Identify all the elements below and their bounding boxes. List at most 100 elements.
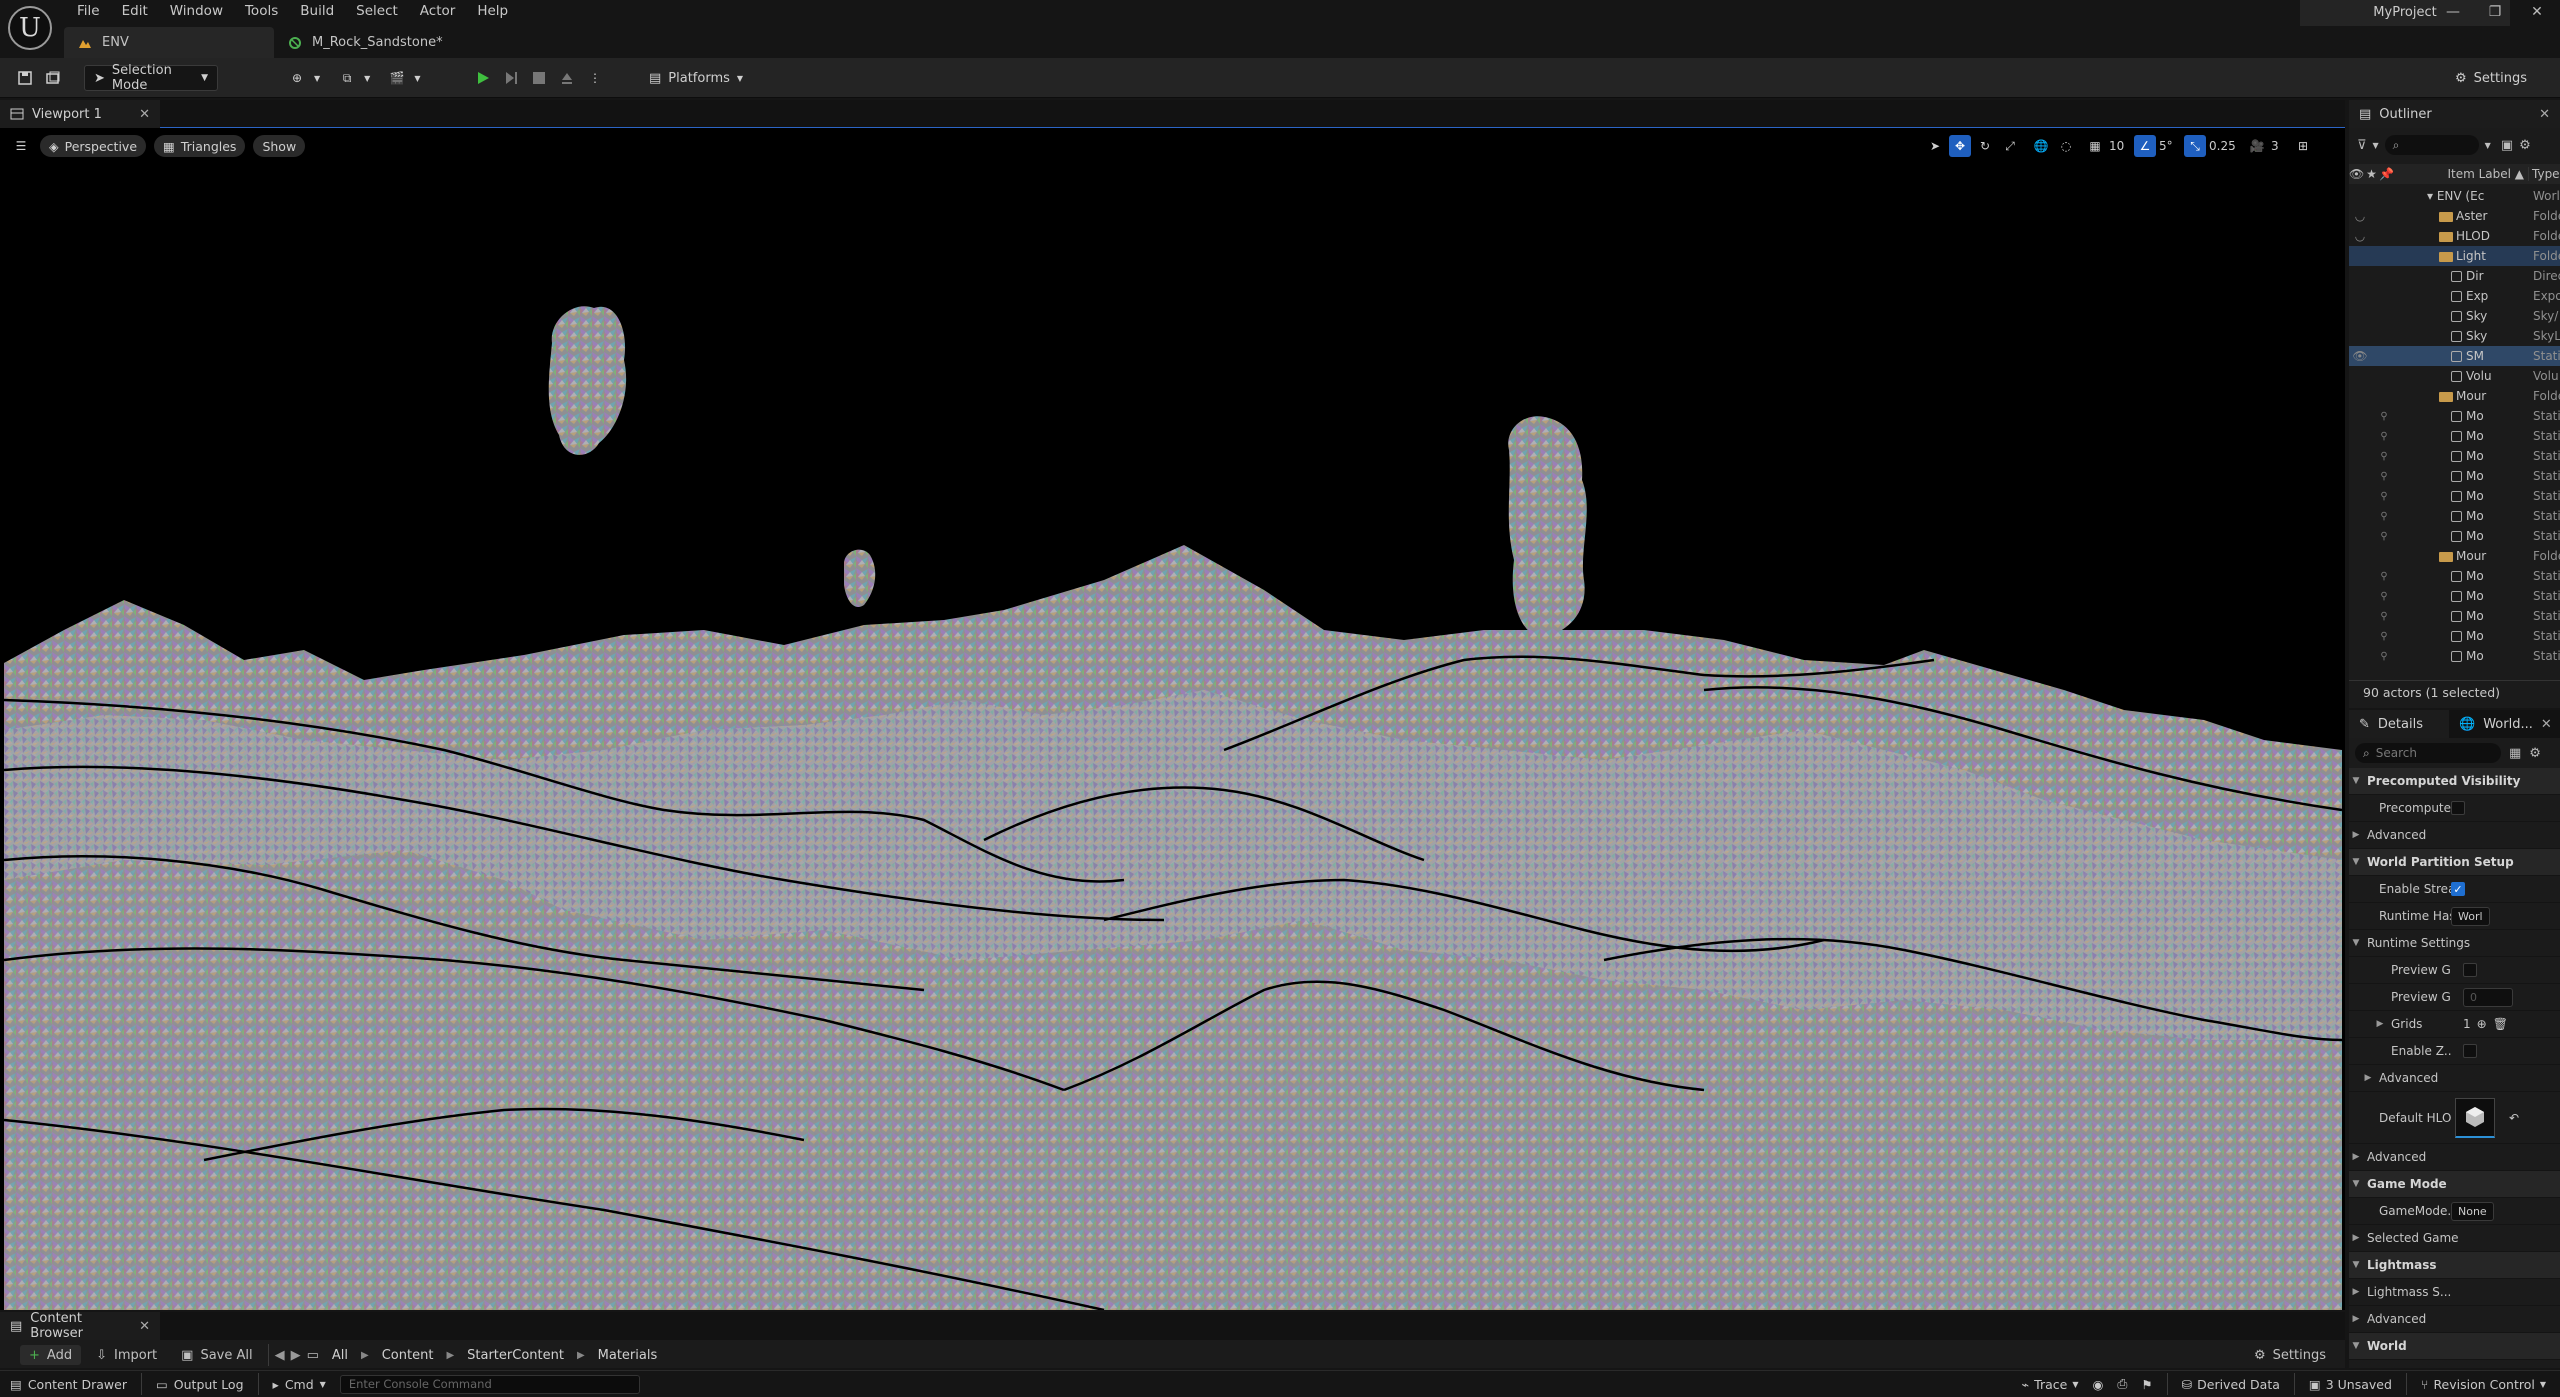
- visibility-toggle-icon[interactable]: 👁: [2349, 349, 2371, 363]
- outliner-tab[interactable]: ▤ Outliner ✕: [2349, 100, 2560, 128]
- breadcrumb-content[interactable]: Content: [375, 1348, 441, 1363]
- grid-snap-icon[interactable]: ▦: [2084, 135, 2106, 157]
- save-icon[interactable]: [14, 67, 36, 89]
- camera-speed-icon[interactable]: 🎥: [2246, 135, 2268, 157]
- chevron-right-icon[interactable]: ▶: [2361, 1073, 2375, 1083]
- camera-icon[interactable]: ⎙: [2117, 1376, 2127, 1392]
- history-forward-icon[interactable]: ▶: [291, 1348, 301, 1363]
- details-property-row[interactable]: ▶ Selected Game: [2349, 1225, 2560, 1252]
- view-mode-button[interactable]: ▦ Triangles: [154, 135, 246, 157]
- pin-icon[interactable]: ⚲: [2371, 471, 2397, 482]
- outliner-row[interactable]: Exp Expo: [2349, 286, 2560, 306]
- pin-icon[interactable]: ⚲: [2371, 571, 2397, 582]
- details-property-row[interactable]: ▶ Advanced: [2349, 1144, 2560, 1171]
- outliner-row[interactable]: ⚲ Mo Stati: [2349, 526, 2560, 546]
- details-category[interactable]: ▼ World: [2349, 1333, 2560, 1360]
- outliner-row[interactable]: ▾ ENV (Ec Worl: [2349, 186, 2560, 206]
- details-property-row[interactable]: Preview Gri: [2349, 957, 2560, 984]
- details-property-row[interactable]: Preview Gri 0: [2349, 984, 2560, 1011]
- pin-column-icon[interactable]: 📌: [2379, 167, 2394, 181]
- chevron-down-icon[interactable]: ▼: [2349, 1341, 2363, 1351]
- details-property-row[interactable]: ▶ Advanced: [2349, 822, 2560, 849]
- world-space-icon[interactable]: 🌐: [2030, 135, 2052, 157]
- outliner-search-input[interactable]: ⌕: [2384, 135, 2479, 155]
- asset-thumbnail[interactable]: [2455, 1097, 2495, 1138]
- outliner-row[interactable]: ⚲ Mo Stati: [2349, 646, 2560, 666]
- property-checkbox[interactable]: [2463, 963, 2477, 977]
- details-category[interactable]: ▼ Lightmass: [2349, 1252, 2560, 1279]
- outliner-row[interactable]: Volu Volu: [2349, 366, 2560, 386]
- pin-icon[interactable]: ⚲: [2371, 631, 2397, 642]
- stop-icon[interactable]: [528, 67, 550, 89]
- settings-button[interactable]: ⚙ Settings: [2446, 65, 2536, 91]
- gear-icon[interactable]: ⚙: [2519, 138, 2531, 153]
- close-button[interactable]: ✕: [2516, 4, 2558, 20]
- blueprint-icon[interactable]: ⧉: [336, 67, 358, 89]
- details-property-row[interactable]: ▶ Advanced: [2349, 1306, 2560, 1333]
- outliner-row[interactable]: Mour Folde: [2349, 546, 2560, 566]
- property-dropdown[interactable]: Worl: [2451, 906, 2490, 926]
- outliner-row[interactable]: Sky Sky/: [2349, 306, 2560, 326]
- rotation-snap-icon[interactable]: ∠: [2134, 135, 2156, 157]
- more-options-icon[interactable]: ⋮: [584, 67, 606, 89]
- details-tab[interactable]: ✎ Details: [2349, 710, 2449, 738]
- details-property-row[interactable]: ▶ Grids 1 ⊕ 🗑: [2349, 1011, 2560, 1038]
- star-column-icon[interactable]: ★: [2364, 167, 2379, 181]
- revision-control-dropdown[interactable]: ⑂ Revision Control ▼: [2421, 1377, 2546, 1392]
- trace-dropdown[interactable]: ⌁ Trace ▼: [2022, 1377, 2079, 1392]
- outliner-row[interactable]: ⚲ Mo Stati: [2349, 606, 2560, 626]
- menu-build[interactable]: Build: [289, 0, 345, 22]
- translate-tool-icon[interactable]: ✥: [1949, 135, 1971, 157]
- debug-icon[interactable]: ⚑: [2141, 1377, 2152, 1392]
- content-drawer-button[interactable]: ▤ Content Drawer: [10, 1377, 127, 1392]
- reset-to-default-icon[interactable]: ↶: [2509, 1111, 2519, 1125]
- chevron-right-icon[interactable]: ▶: [2373, 1019, 2387, 1029]
- content-browser-tab[interactable]: ▤ Content Browser ✕: [0, 1311, 160, 1341]
- pin-icon[interactable]: ⚲: [2371, 511, 2397, 522]
- menu-file[interactable]: File: [66, 0, 111, 22]
- console-input[interactable]: Enter Console Command: [339, 1374, 640, 1394]
- details-search-input[interactable]: ⌕ Search: [2355, 743, 2501, 763]
- eject-icon[interactable]: [556, 67, 578, 89]
- visibility-toggle-icon[interactable]: ◡: [2349, 209, 2371, 223]
- details-property-row[interactable]: Default HLO... ↶: [2349, 1092, 2560, 1144]
- close-icon[interactable]: ✕: [2541, 717, 2552, 732]
- outliner-row[interactable]: Sky SkyL: [2349, 326, 2560, 346]
- select-tool-icon[interactable]: ➤: [1924, 135, 1946, 157]
- outliner-row[interactable]: ⚲ Mo Stati: [2349, 446, 2560, 466]
- close-icon[interactable]: ✕: [2539, 107, 2550, 122]
- details-category[interactable]: ▼ Game Mode: [2349, 1171, 2560, 1198]
- outliner-row[interactable]: ◡ HLOD Folde: [2349, 226, 2560, 246]
- menu-help[interactable]: Help: [466, 0, 519, 22]
- grid-snap-value[interactable]: 10: [2109, 139, 2131, 153]
- details-category[interactable]: ▼ Precomputed Visibility: [2349, 768, 2560, 795]
- chevron-down-icon[interactable]: ▼: [2349, 776, 2363, 786]
- menu-select[interactable]: Select: [345, 0, 409, 22]
- new-folder-icon[interactable]: ▣: [2501, 138, 2513, 153]
- outliner-row[interactable]: Dir Direc: [2349, 266, 2560, 286]
- menu-actor[interactable]: Actor: [409, 0, 467, 22]
- save-all-button[interactable]: ▣ Save All: [172, 1345, 261, 1365]
- details-property-row[interactable]: ▶ Lightmass S...: [2349, 1279, 2560, 1306]
- minimize-button[interactable]: —: [2432, 4, 2474, 20]
- doc-tab-env[interactable]: ENV: [64, 27, 274, 58]
- chevron-right-icon[interactable]: ▶: [2349, 1287, 2363, 1297]
- chevron-right-icon[interactable]: ▶: [2349, 1314, 2363, 1324]
- outliner-row[interactable]: 👁 SM Stati: [2349, 346, 2560, 366]
- derived-data-button[interactable]: ⛁ Derived Data: [2182, 1377, 2280, 1392]
- doc-tab-material[interactable]: M_Rock_Sandstone*: [274, 27, 457, 58]
- chevron-right-icon[interactable]: ▶: [2349, 1233, 2363, 1243]
- outliner-row[interactable]: ⚲ Mo Stati: [2349, 426, 2560, 446]
- pin-icon[interactable]: ⚲: [2371, 431, 2397, 442]
- outliner-row[interactable]: ⚲ Mo Stati: [2349, 466, 2560, 486]
- maximize-viewport-icon[interactable]: ⊞: [2292, 135, 2314, 157]
- content-browser-settings-button[interactable]: ⚙ Settings: [2245, 1345, 2335, 1365]
- chevron-down-icon[interactable]: ▼: [2349, 857, 2363, 867]
- outliner-row[interactable]: ◡ Aster Folde: [2349, 206, 2560, 226]
- rotate-tool-icon[interactable]: ↻: [1974, 135, 1996, 157]
- visibility-column-icon[interactable]: 👁: [2349, 167, 2364, 181]
- play-icon[interactable]: [472, 67, 494, 89]
- close-icon[interactable]: ✕: [139, 1319, 150, 1334]
- pin-icon[interactable]: ⚲: [2371, 651, 2397, 662]
- details-property-row[interactable]: Enable Z...: [2349, 1038, 2560, 1065]
